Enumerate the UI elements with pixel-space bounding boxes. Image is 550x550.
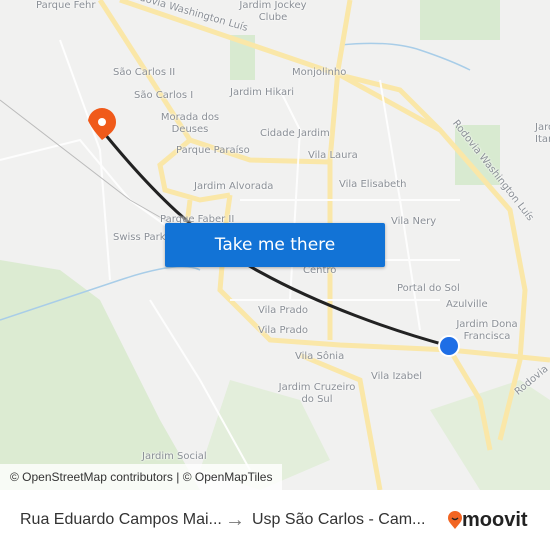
map-label: Portal do Sol [397, 283, 460, 294]
map-label: Parque Fehr [36, 0, 96, 11]
map-label: Jardim Social [142, 451, 207, 462]
brand-name: moovit [462, 508, 528, 531]
map-label: Vila Prado [258, 305, 309, 316]
map-attribution[interactable]: © OpenStreetMap contributors | © OpenMap… [0, 464, 283, 490]
arrow-right-icon: → [225, 508, 245, 531]
map-label: Jardim Hikari [230, 87, 294, 98]
map-label: São Carlos I [134, 90, 194, 101]
map-label: Vila Laura [308, 150, 358, 161]
map-label: Jardim Cruzeiro do Sul [278, 382, 356, 405]
origin-name: Rua Eduardo Campos Mai... [20, 511, 222, 528]
map-label: Jardim Dona Francisca [456, 319, 518, 342]
map-label: Jardim Itamarati [535, 122, 550, 145]
map-label: Cidade Jardim [260, 128, 330, 139]
map-label: Azulville [446, 299, 488, 310]
map-label: Vila Izabel [371, 371, 423, 382]
map-label: Jardim Jockey Clube [239, 0, 307, 23]
destination-pin-icon[interactable] [88, 108, 116, 140]
map-label: Swiss Park [113, 232, 166, 243]
map-label: Monjolinho [292, 67, 347, 78]
destination-name: Usp São Carlos - Cam... [252, 511, 426, 528]
moovit-logo: moovit [448, 509, 528, 532]
map-label: Vila Nery [391, 216, 437, 227]
moovit-pin-icon [448, 511, 462, 529]
take-me-there-button[interactable]: Take me there [165, 223, 385, 267]
map-label: Vila Prado [258, 325, 309, 336]
map-label: Morada dos Deuses [160, 112, 220, 135]
map-label: São Carlos II [113, 67, 176, 78]
map-label: Vila Elisabeth [339, 179, 407, 190]
map[interactable]: Parque Fehr Rodovia Washington Luís Jard… [0, 0, 550, 490]
map-label: Parque Paraíso [176, 145, 250, 156]
map-label: Jardim Alvorada [194, 181, 274, 192]
map-label: Vila Sônia [295, 351, 345, 362]
route-footer: Rua Eduardo Campos Mai... → Usp São Carl… [0, 490, 550, 550]
